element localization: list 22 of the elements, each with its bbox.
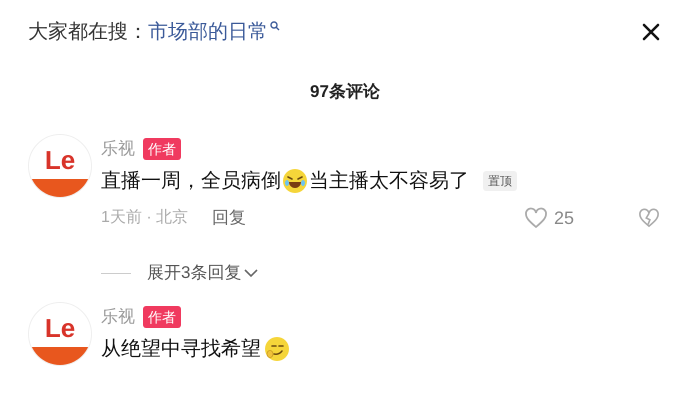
expand-replies-button[interactable]: 展开3条回复 xyxy=(147,260,258,286)
author-tag: 作者 xyxy=(143,138,181,160)
pinned-tag: 置顶 xyxy=(483,171,517,191)
comment-count: 97条评论 xyxy=(310,81,380,104)
search-link[interactable]: 市场部的日常 xyxy=(148,17,280,47)
comment-text: 从绝望中寻找希望 xyxy=(101,337,261,362)
reply-button[interactable]: 回复 xyxy=(212,205,246,231)
chevron-down-icon xyxy=(244,268,258,278)
author-tag: 作者 xyxy=(143,306,181,328)
comment-text: 直播一周，全员病倒 xyxy=(101,169,281,194)
comment-text: 当主播太不容易了 xyxy=(309,169,469,194)
search-label: 大家都在搜： xyxy=(28,20,148,45)
like-count: 25 xyxy=(554,206,574,230)
heart-icon[interactable] xyxy=(524,207,548,229)
close-icon[interactable] xyxy=(642,23,660,41)
laughing-emoji-icon xyxy=(282,168,308,194)
comment-meta: 1天前 · 北京 xyxy=(101,208,188,228)
avatar-logo: Le xyxy=(28,134,92,198)
smirking-emoji-icon xyxy=(264,336,290,362)
avatar-logo: Le xyxy=(28,302,92,366)
broken-heart-icon[interactable] xyxy=(638,208,660,228)
search-icon xyxy=(270,21,280,31)
